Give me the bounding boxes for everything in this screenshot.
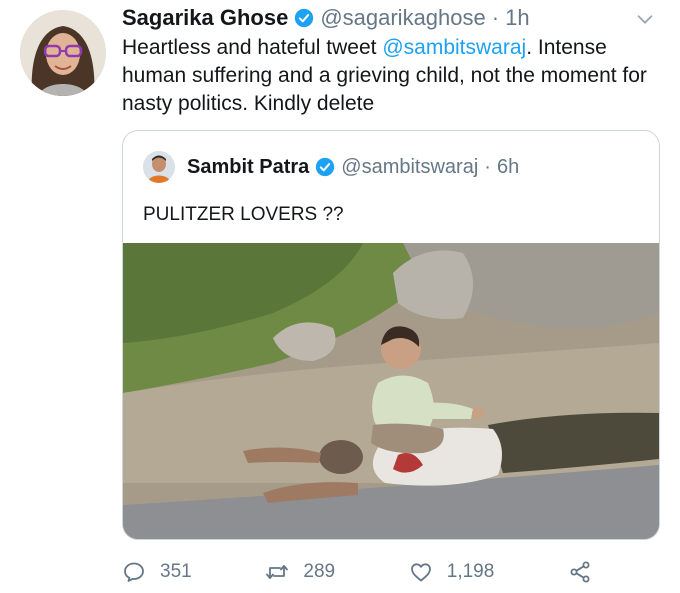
- retweet-icon: [266, 565, 289, 579]
- tweet-actions: 351 289 1,198: [122, 560, 592, 584]
- retweet-count: 289: [303, 561, 336, 582]
- mention-link[interactable]: @sambitswaraj: [382, 36, 526, 59]
- quoted-tweet-text: PULITZER LOVERS ??: [143, 204, 344, 225]
- author-avatar[interactable]: [20, 10, 106, 96]
- quoted-tweet-header: Sambit Patra @sambitswaraj · 6h: [143, 151, 519, 183]
- quoted-tweet-photo[interactable]: [123, 243, 659, 539]
- quoted-author-handle[interactable]: @sambitswaraj: [341, 154, 478, 180]
- separator-dot: ·: [491, 5, 500, 30]
- separator-dot: ·: [484, 156, 491, 178]
- share-icon: [570, 561, 590, 583]
- author-handle[interactable]: @sagarikaghose: [320, 4, 485, 32]
- quoted-tweet-time[interactable]: 6h: [497, 154, 519, 180]
- reply-count: 351: [160, 561, 192, 582]
- tweet-text-start: Heartless and hateful tweet: [122, 36, 383, 59]
- tweet-header: Sagarika Ghose @sagarikaghose · 1h: [122, 4, 530, 32]
- reply-icon: [124, 562, 144, 582]
- retweet-button[interactable]: 289: [265, 560, 335, 584]
- verified-badge-icon: [316, 157, 335, 177]
- author-name[interactable]: Sagarika Ghose: [122, 4, 288, 32]
- like-icon: [410, 563, 431, 582]
- share-button[interactable]: [568, 560, 592, 584]
- like-count: 1,198: [446, 561, 495, 582]
- reply-button[interactable]: 351: [122, 560, 192, 584]
- tweet-time[interactable]: 1h: [505, 4, 529, 32]
- tweet-text: Heartless and hateful tweet @sambitswara…: [122, 34, 662, 118]
- like-button[interactable]: 1,198: [409, 560, 495, 584]
- quoted-author-avatar: [143, 151, 175, 183]
- quoted-author-name[interactable]: Sambit Patra: [187, 154, 309, 180]
- verified-badge-icon: [295, 8, 314, 28]
- quoted-tweet-card[interactable]: Sambit Patra @sambitswaraj · 6h PULITZER…: [122, 130, 660, 540]
- chevron-down-icon[interactable]: [634, 8, 656, 30]
